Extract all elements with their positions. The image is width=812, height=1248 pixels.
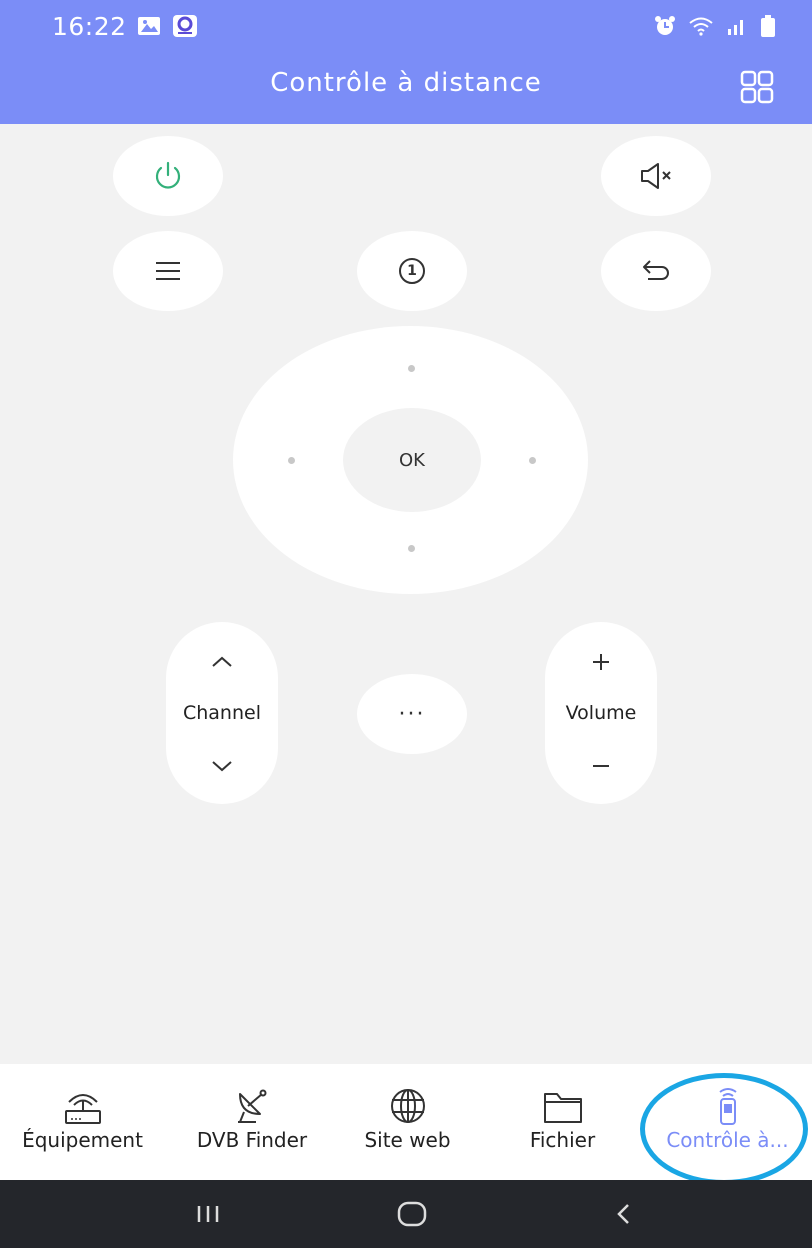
more-options-button[interactable]: ···	[357, 674, 467, 754]
menu-button[interactable]	[113, 231, 223, 311]
wifi-icon	[688, 15, 714, 41]
power-button[interactable]	[113, 136, 223, 216]
channel-down-button[interactable]	[192, 744, 252, 788]
direction-pad: OK	[233, 326, 588, 594]
chevron-down-icon	[212, 761, 232, 772]
status-bar: 16:22	[0, 0, 812, 52]
chevron-up-icon	[212, 656, 232, 667]
folder-icon	[543, 1093, 582, 1123]
system-back-button[interactable]	[594, 1196, 654, 1232]
recent-apps-icon	[197, 1206, 219, 1222]
dpad-left-button[interactable]	[277, 446, 305, 474]
dpad-down-button[interactable]	[397, 534, 425, 562]
chevron-left-icon	[617, 1204, 629, 1224]
nav-item-site-web[interactable]: Site web	[340, 1064, 475, 1180]
page-title: Contrôle à distance	[270, 68, 542, 98]
app-notification-icon	[172, 14, 198, 42]
nav-item-controle[interactable]: Contrôle à...	[645, 1064, 810, 1180]
volume-label: Volume	[565, 702, 637, 724]
satellite-icon	[238, 1089, 267, 1123]
channel-up-button[interactable]	[192, 640, 252, 684]
dpad-up-button[interactable]	[397, 354, 425, 382]
signal-icon	[726, 15, 748, 41]
volume-down-button[interactable]	[571, 744, 631, 788]
nav-item-dvb-finder[interactable]: DVB Finder	[177, 1064, 327, 1180]
grid-icon	[740, 70, 774, 104]
battery-icon	[760, 14, 776, 42]
nav-label-site-web: Site web	[364, 1128, 451, 1152]
number-button[interactable]: 1	[357, 231, 467, 311]
power-icon	[155, 161, 181, 189]
nav-label-dvb-finder: DVB Finder	[196, 1128, 308, 1152]
plus-icon	[593, 654, 609, 670]
alarm-icon	[654, 15, 676, 41]
back-button[interactable]	[601, 231, 711, 311]
home-button[interactable]	[382, 1196, 442, 1232]
volume-up-button[interactable]	[571, 640, 631, 684]
router-icon	[64, 1094, 101, 1124]
nav-label-equipement: Équipement	[22, 1128, 143, 1152]
recent-apps-button[interactable]	[178, 1196, 238, 1232]
globe-icon	[390, 1089, 425, 1123]
ok-button[interactable]: OK	[343, 408, 481, 512]
image-notification-icon	[136, 14, 162, 42]
remote-control-screen: 16:22 Contrôle à distance 1 OK Channel ·…	[0, 0, 812, 1248]
nav-label-controle: Contrôle à...	[666, 1128, 789, 1152]
mute-button[interactable]	[601, 136, 711, 216]
minus-icon	[593, 765, 609, 767]
system-navigation-bar	[0, 1180, 812, 1248]
number-label: 1	[407, 263, 417, 279]
nav-item-fichier[interactable]: Fichier	[505, 1064, 620, 1180]
mute-icon	[641, 163, 671, 189]
dpad-right-button[interactable]	[518, 446, 546, 474]
channel-label: Channel	[182, 702, 261, 724]
grid-menu-button[interactable]	[740, 70, 774, 104]
nav-label-fichier: Fichier	[529, 1128, 596, 1152]
bottom-navigation: Équipement DVB Finder Site web Fichier C…	[0, 1064, 812, 1180]
menu-icon	[156, 262, 180, 280]
volume-control: Volume	[545, 622, 657, 804]
nav-item-equipement[interactable]: Équipement	[0, 1064, 165, 1180]
home-icon	[397, 1201, 427, 1227]
back-icon	[643, 260, 669, 280]
channel-control: Channel	[166, 622, 278, 804]
status-time: 16:22	[52, 12, 127, 41]
remote-control-icon	[718, 1088, 737, 1125]
app-bar: Contrôle à distance	[0, 52, 812, 124]
